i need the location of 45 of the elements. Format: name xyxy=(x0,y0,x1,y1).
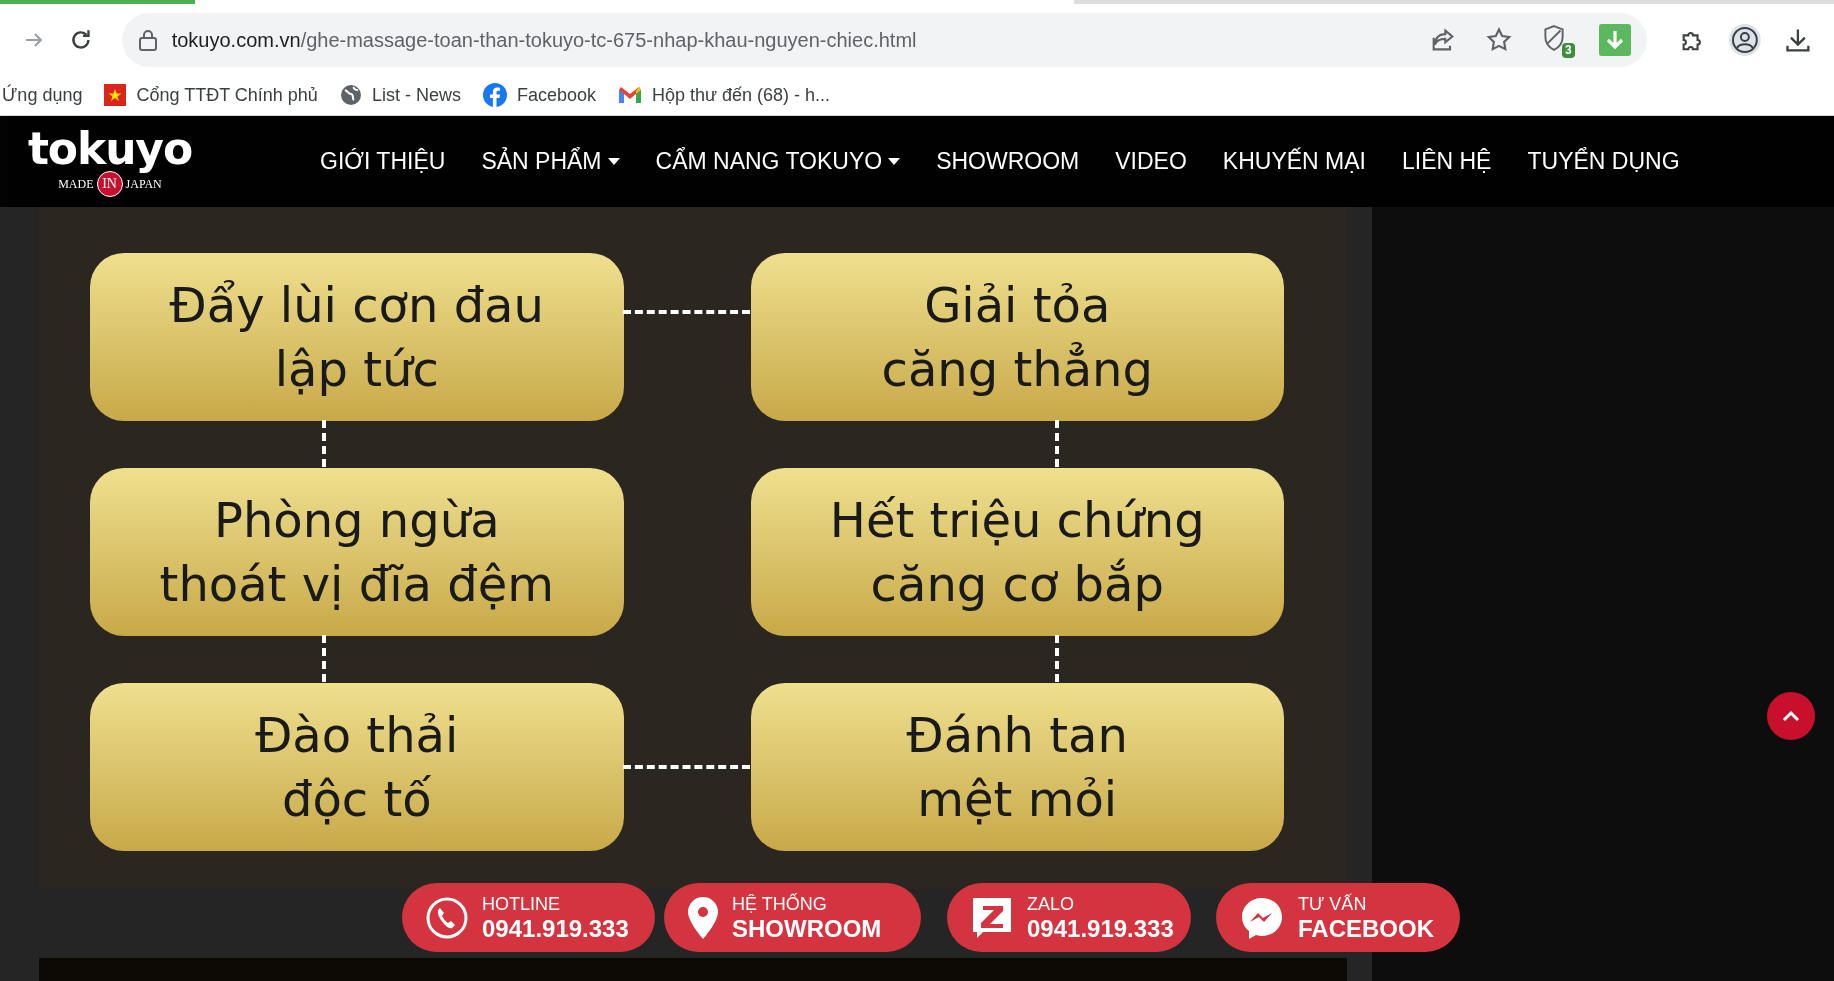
connector-line xyxy=(322,420,326,467)
flag-icon xyxy=(104,84,127,106)
benefit-text: Đào thải độc tố xyxy=(255,706,459,829)
connector-line xyxy=(1055,420,1059,467)
facebook-icon xyxy=(482,83,507,107)
nav-link[interactable]: TUYỂN DỤNG xyxy=(1527,144,1680,179)
mail-icon xyxy=(617,86,642,104)
location-pin-icon xyxy=(688,896,718,939)
nav-link[interactable]: SHOWROOM xyxy=(936,144,1080,179)
chevron-up-icon xyxy=(1782,710,1800,722)
globe-icon xyxy=(339,84,362,106)
bookmark-link[interactable]: Hộp thư đến (68) - h... xyxy=(617,81,831,109)
lock-icon[interactable] xyxy=(137,27,158,52)
benefit-text: Giải tỏa căng thẳng xyxy=(881,276,1153,399)
bookmark-link[interactable]: Facebook xyxy=(482,81,596,109)
benefit-text: Phòng ngừa thoát vị đĩa đệm xyxy=(159,491,554,614)
nav-link[interactable]: CẨM NANG TOKUYO xyxy=(655,144,901,179)
nav-link[interactable]: VIDEO xyxy=(1115,144,1187,179)
address-bar[interactable]: tokuyo.com.vn/ghe-massage-toan-than-tokuyo-tc-675-nhap-khau-nguyen-chiec.html 3 xyxy=(121,12,1647,67)
caret-icon xyxy=(607,158,620,165)
benefit-text: Hết triệu chứng căng cơ bắp xyxy=(829,491,1205,614)
bookmark-link[interactable]: Cổng TTĐT Chính phủ xyxy=(104,81,318,109)
contact-button[interactable]: TƯ VẤN FACEBOOK xyxy=(1216,883,1460,952)
nav-link[interactable]: KHUYẾN MẠI xyxy=(1222,144,1366,179)
connector-line xyxy=(1055,635,1059,682)
benefit-text: Đẩy lùi cơn đau lập tức xyxy=(169,276,544,399)
contact-button[interactable]: HOTLINE 0941.919.333 xyxy=(402,883,655,952)
nav-link[interactable]: SẢN PHẨM xyxy=(481,144,620,179)
url-text: tokuyo.com.vn/ghe-massage-toan-than-tokuyo-tc-675-nhap-khau-nguyen-chiec.html xyxy=(171,27,917,53)
nav-link[interactable]: GIỚI THIỆU xyxy=(320,144,446,179)
bookmark-link[interactable]: List - News xyxy=(339,81,461,109)
phone-icon xyxy=(426,896,468,939)
bookmark-link[interactable]: Ứng dụng xyxy=(2,81,83,109)
tokuyo-logo[interactable]: tokuyo MADE IN JAPAN xyxy=(15,126,205,197)
chat-z-icon xyxy=(971,895,1013,940)
connector-line xyxy=(322,635,326,682)
contact-button[interactable]: ZALO 0941.919.333 xyxy=(947,883,1191,952)
extension-badge: 3 xyxy=(1561,42,1575,58)
caret-icon xyxy=(888,158,901,165)
profile-icon[interactable] xyxy=(1728,22,1763,57)
contact-button[interactable]: HỆ THỐNG SHOWROOM xyxy=(664,883,921,952)
benefit-text: Đánh tan mệt mỏi xyxy=(906,706,1128,829)
messenger-icon xyxy=(1240,895,1284,940)
nav-link[interactable]: LIÊN HỆ xyxy=(1402,144,1492,179)
star-icon[interactable] xyxy=(1484,25,1513,54)
